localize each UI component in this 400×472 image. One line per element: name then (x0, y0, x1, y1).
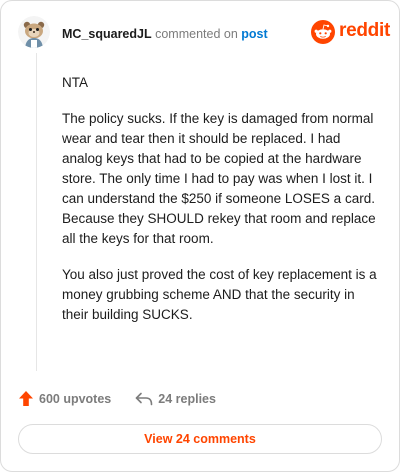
reply-arrow-icon (135, 392, 153, 405)
upvote-arrow-icon (19, 391, 33, 406)
replies-button[interactable]: 24 replies (135, 392, 216, 406)
reddit-logo[interactable]: reddit (311, 20, 390, 44)
view-comments-button[interactable]: View 24 comments (18, 424, 382, 454)
reddit-wordmark: reddit (339, 20, 390, 41)
comment-paragraph: NTA (62, 75, 88, 90)
comment-body: NTA The policy sucks. If the key is dama… (62, 73, 382, 341)
post-link[interactable]: post (241, 27, 267, 41)
comment-header: MC_squaredJL commented on post (62, 27, 268, 41)
comment-paragraph: The policy sucks. If the key is damaged … (62, 111, 376, 246)
comment-actions: 600 upvotes 24 replies (18, 390, 216, 407)
username[interactable]: MC_squaredJL (62, 27, 152, 41)
user-avatar[interactable] (18, 16, 50, 48)
comment-card: MC_squaredJL commented on post reddit NT… (0, 0, 400, 472)
reddit-snoo-icon (311, 20, 335, 44)
upvote-count: 600 upvotes (39, 391, 112, 406)
snoo-avatar-icon (18, 16, 50, 48)
commented-on-text: commented on (155, 27, 238, 41)
comment-paragraph: You also just proved the cost of key rep… (62, 267, 377, 322)
thread-line[interactable] (36, 53, 37, 371)
upvote-button[interactable]: 600 upvotes (18, 390, 111, 407)
replies-count: 24 replies (158, 391, 216, 406)
